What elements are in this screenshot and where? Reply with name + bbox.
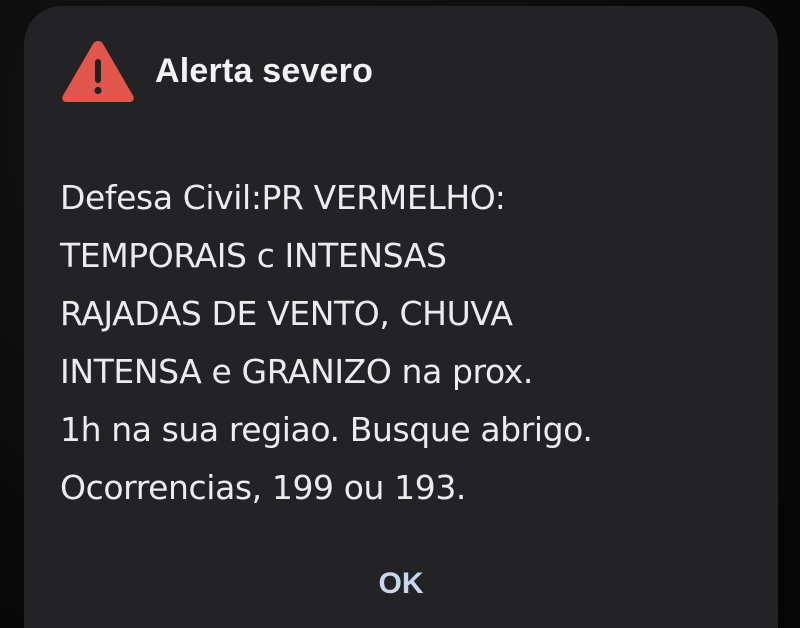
severe-alert-dialog: Alerta severo Defesa Civil:PR VERMELHO: … xyxy=(24,6,778,628)
ok-button[interactable]: OK xyxy=(351,556,451,612)
alert-header: Alerta severo xyxy=(60,36,373,106)
warning-triangle-icon xyxy=(62,41,134,102)
alert-message: Defesa Civil:PR VERMELHO: TEMPORAIS c IN… xyxy=(60,178,593,507)
alert-title: Alerta severo xyxy=(155,51,374,90)
